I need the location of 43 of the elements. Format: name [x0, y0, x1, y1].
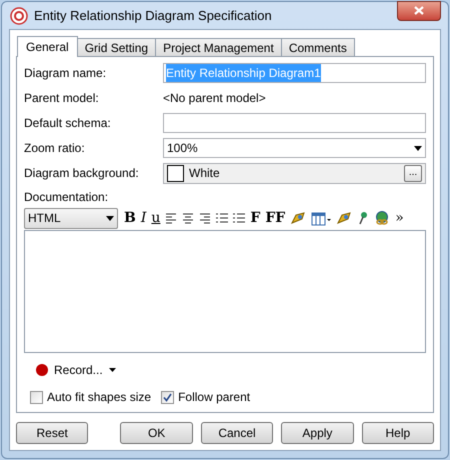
field-label: Diagram name: [24, 65, 108, 82]
tab[interactable]: Project Management [156, 38, 282, 56]
checkbox[interactable] [161, 390, 174, 404]
format-icon[interactable]: FF [263, 211, 288, 225]
format-dropdown[interactable]: HTML [24, 208, 118, 228]
format-icon[interactable]: » [393, 211, 406, 225]
field-label: Diagram background: [24, 165, 140, 182]
format-icon[interactable]: F [248, 211, 262, 225]
checkbox[interactable] [30, 390, 43, 404]
dialog-button[interactable]: OK [120, 422, 193, 444]
dialog-button[interactable]: Apply [281, 422, 354, 444]
browse-button[interactable]: ... [404, 164, 422, 182]
tab[interactable]: General [17, 36, 78, 57]
dialog-button[interactable]: Reset [16, 422, 88, 444]
app-logo-icon [10, 6, 28, 24]
close-icon [414, 6, 424, 15]
field-value: <No parent model> [163, 90, 266, 107]
close-button[interactable] [397, 0, 441, 20]
tab[interactable]: Comments [282, 38, 355, 56]
record-icon [36, 364, 48, 376]
field-label: Parent model: [24, 90, 100, 107]
bullet-list-icon[interactable] [231, 212, 248, 224]
dialog-button[interactable]: Help [362, 422, 434, 444]
window-title: Entity Relationship Diagram Specification [34, 6, 273, 25]
zoom-dropdown[interactable]: 100% [163, 138, 426, 158]
documentation-editor[interactable] [24, 230, 426, 353]
color-field[interactable]: White ... [163, 162, 426, 184]
caret-icon [414, 146, 422, 150]
checkbox-label: Follow parent [178, 389, 250, 406]
text-field[interactable] [163, 113, 426, 133]
caret-icon [108, 368, 116, 372]
format-icon[interactable]: I [138, 211, 148, 225]
caret-icon [106, 216, 114, 220]
table-icon[interactable] [309, 210, 334, 226]
format-icon[interactable]: u [149, 211, 162, 225]
format-icon[interactable]: B [122, 211, 138, 225]
checkbox-label: Auto fit shapes size [47, 389, 152, 406]
record-button[interactable]: Record... [54, 361, 116, 379]
dialog-button[interactable]: Cancel [200, 422, 274, 444]
documentation-label: Documentation: [24, 189, 110, 206]
field-label: Zoom ratio: [24, 140, 86, 157]
field-label: Default schema: [24, 115, 112, 132]
tab[interactable]: Grid Setting [78, 38, 156, 56]
